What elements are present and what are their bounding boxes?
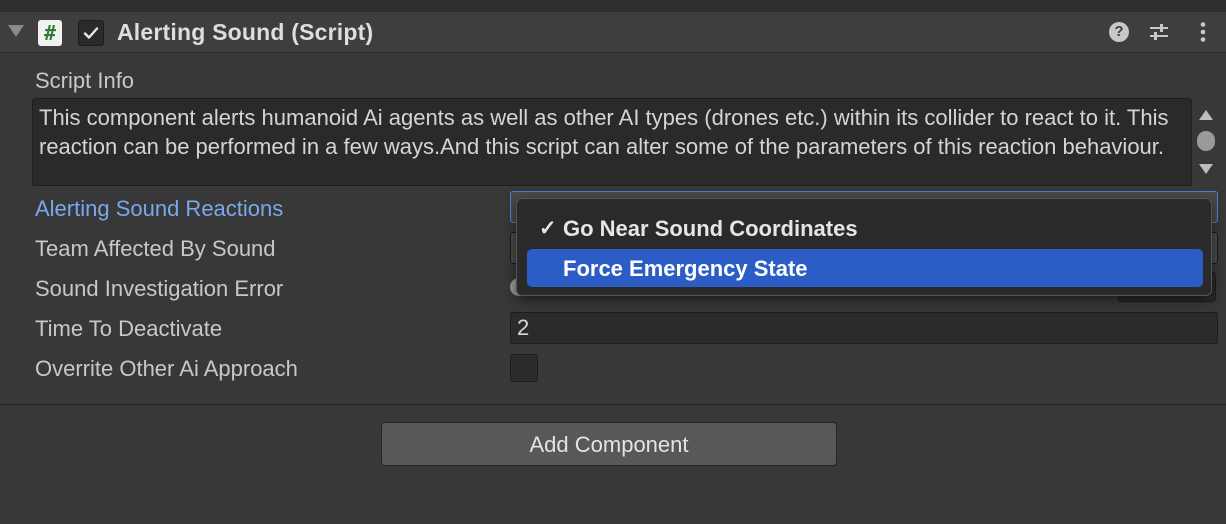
component-title: Alerting Sound (Script) <box>117 19 374 45</box>
script-icon: # <box>38 20 62 46</box>
alerting-sound-reactions-label: Alerting Sound Reactions <box>35 196 284 221</box>
more-menu-icon[interactable] <box>1192 21 1214 43</box>
help-icon[interactable]: ? <box>1109 22 1129 42</box>
checkmark-icon <box>83 27 99 39</box>
time-to-deactivate-input[interactable]: 2 <box>510 312 1218 344</box>
team-affected-by-sound-label: Team Affected By Sound <box>35 236 276 261</box>
sound-investigation-error-label: Sound Investigation Error <box>35 276 284 301</box>
overrite-other-ai-approach-label: Overrite Other Ai Approach <box>35 356 298 381</box>
component-divider <box>0 404 1226 405</box>
dropdown-option-go-near-sound-coordinates[interactable]: ✓ Go Near Sound Coordinates <box>527 209 1203 247</box>
reactions-dropdown-menu: ✓ Go Near Sound Coordinates Force Emerge… <box>516 198 1212 296</box>
script-info-label: Script Info <box>35 68 135 93</box>
dropdown-option-label: Go Near Sound Coordinates <box>563 216 858 241</box>
scroll-down-arrow-icon[interactable] <box>1199 164 1213 174</box>
scroll-thumb[interactable] <box>1197 131 1215 151</box>
add-component-button[interactable]: Add Component <box>381 422 837 466</box>
script-info-text: This component alerts humanoid Ai agents… <box>39 105 1169 159</box>
dropdown-option-label: Force Emergency State <box>563 256 808 281</box>
component-enable-checkbox[interactable] <box>78 20 104 46</box>
time-to-deactivate-value: 2 <box>517 315 530 340</box>
presets-icon[interactable] <box>1148 21 1170 43</box>
dropdown-option-force-emergency-state[interactable]: Force Emergency State <box>527 249 1203 287</box>
check-icon: ✓ <box>539 217 557 240</box>
script-info-textarea[interactable]: This component alerts humanoid Ai agents… <box>32 98 1192 186</box>
foldout-arrow-icon[interactable] <box>8 25 24 37</box>
overrite-other-ai-approach-checkbox[interactable] <box>510 354 538 382</box>
time-to-deactivate-label: Time To Deactivate <box>35 316 223 341</box>
script-info-scrollbar[interactable] <box>1196 108 1216 178</box>
component-header[interactable]: # Alerting Sound (Script) ? <box>0 12 1226 53</box>
scroll-up-arrow-icon[interactable] <box>1199 110 1213 120</box>
